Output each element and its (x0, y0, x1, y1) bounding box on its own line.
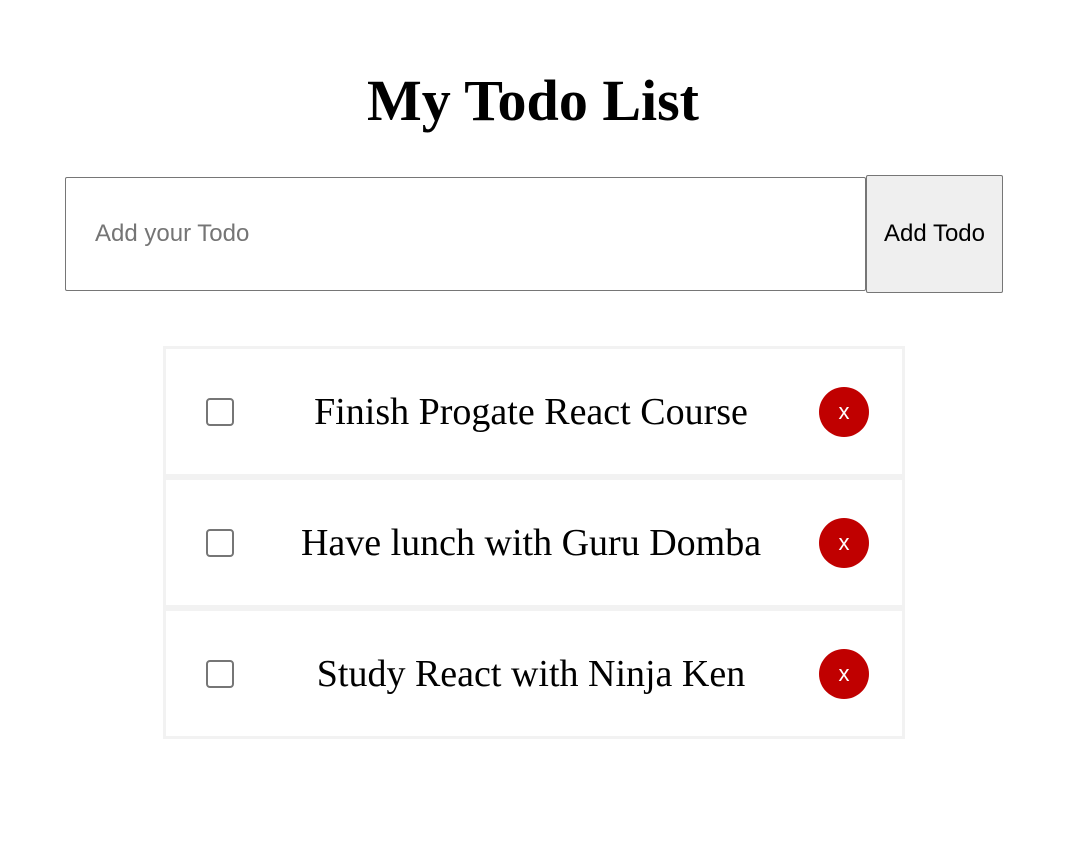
delete-todo-button[interactable]: x (819, 517, 869, 568)
todo-checkbox[interactable] (206, 397, 234, 426)
todo-checkbox[interactable] (206, 528, 234, 557)
todo-text: Finish Progate React Course (314, 390, 748, 433)
todo-checkbox[interactable] (206, 659, 234, 688)
add-todo-button[interactable]: Add Todo (866, 175, 1003, 293)
delete-todo-button[interactable]: x (819, 648, 869, 699)
add-todo-form: Add Todo (65, 175, 1003, 293)
todo-item: Study React with Ninja Ken x (163, 608, 905, 739)
todo-text: Study React with Ninja Ken (316, 652, 746, 695)
todo-input[interactable] (65, 177, 866, 291)
delete-todo-button[interactable]: x (819, 386, 869, 437)
page-title: My Todo List (367, 68, 699, 133)
todo-item: Have lunch with Guru Domba x (163, 477, 905, 608)
todo-list: Finish Progate React Course x Have lunch… (163, 346, 905, 739)
todo-item: Finish Progate React Course x (163, 346, 905, 477)
todo-text: Have lunch with Guru Domba (300, 521, 762, 564)
